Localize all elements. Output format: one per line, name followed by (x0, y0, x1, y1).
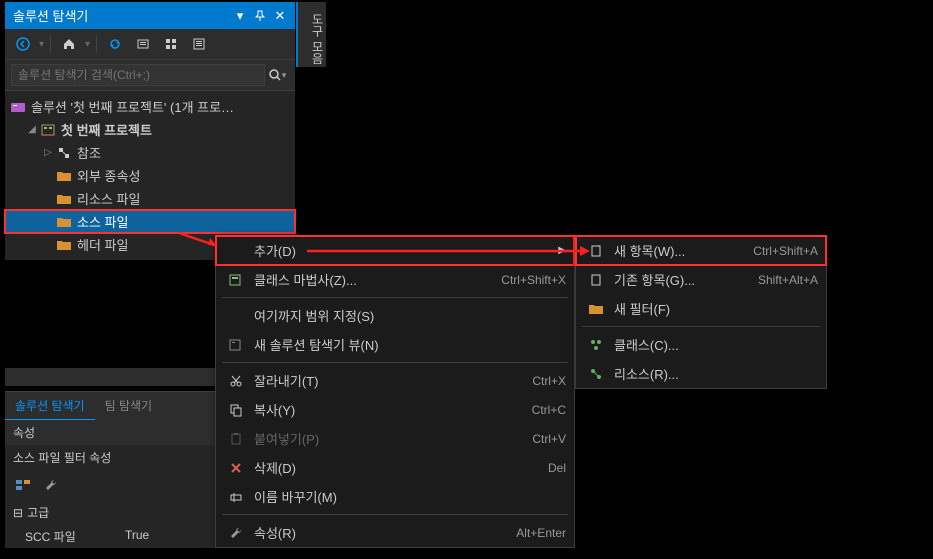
tree-external-deps-node[interactable]: 외부 종속성 (5, 164, 295, 187)
tree-label: 리소스 파일 (77, 189, 140, 208)
solution-icon (9, 99, 27, 115)
class-icon (584, 336, 608, 354)
tab-team-explorer[interactable]: 팀 탐색기 (95, 392, 163, 421)
menu-cut[interactable]: 잘라내기(T) Ctrl+X (216, 366, 574, 395)
menu-separator (222, 514, 568, 515)
references-icon (55, 145, 73, 161)
submenu-class[interactable]: 클래스(C)... (576, 330, 826, 359)
existing-item-icon (584, 271, 608, 289)
project-icon (39, 122, 57, 138)
search-input[interactable] (11, 64, 265, 86)
search-row: ▾ (5, 60, 295, 91)
folder-icon (55, 237, 73, 253)
pin-icon[interactable] (253, 9, 267, 23)
submenu-resource[interactable]: 리소스(R)... (576, 359, 826, 388)
expand-arrow-icon[interactable]: ▷ (41, 147, 55, 158)
copy-icon (224, 401, 248, 419)
submenu-existing-item[interactable]: 기존 항목(G)... Shift+Alt+A (576, 265, 826, 294)
menu-scope[interactable]: 여기까지 범위 지정(S) (216, 301, 574, 330)
folder-icon (55, 168, 73, 184)
context-menu: 추가(D) ▶ 클래스 마법사(Z)... Ctrl+Shift+X 여기까지 … (215, 235, 575, 548)
toolbar: ▾ ▾ (5, 29, 295, 60)
collapse-icon[interactable]: ⊟ (13, 506, 23, 520)
paste-icon (224, 430, 248, 448)
property-key: SCC 파일 (25, 528, 125, 545)
resource-icon (584, 365, 608, 383)
rename-icon (224, 488, 248, 506)
categorize-button[interactable] (11, 474, 35, 496)
folder-icon (55, 191, 73, 207)
wrench-icon (224, 524, 248, 542)
back-button[interactable] (11, 33, 35, 55)
panel-header: 솔루션 탐색기 ▾ ✕ (5, 2, 295, 29)
wrench-button[interactable] (39, 474, 63, 496)
submenu-new-filter[interactable]: 새 필터(F) (576, 294, 826, 323)
folder-icon (55, 214, 73, 230)
tree-project-node[interactable]: ◢ 첫 번째 프로젝트 (5, 118, 295, 141)
tab-solution-explorer[interactable]: 솔루션 탐색기 (5, 392, 95, 421)
new-filter-icon (584, 300, 608, 318)
tree-solution-node[interactable]: 솔루션 '첫 번째 프로젝트' (1개 프로… (5, 95, 295, 118)
new-view-icon (224, 336, 248, 354)
property-value: True (125, 528, 149, 545)
show-all-button[interactable] (159, 33, 183, 55)
close-icon[interactable]: ✕ (273, 9, 287, 23)
refresh-button[interactable] (131, 33, 155, 55)
solution-explorer-panel: 솔루션 탐색기 ▾ ✕ ▾ ▾ (5, 2, 295, 260)
home-button[interactable] (57, 33, 81, 55)
submenu-arrow-icon: ▶ (558, 245, 566, 256)
menu-new-view[interactable]: 새 솔루션 탐색기 뷰(N) (216, 330, 574, 359)
class-wizard-icon (224, 271, 248, 289)
submenu-new-item[interactable]: 새 항목(W)... Ctrl+Shift+A (576, 236, 826, 265)
menu-add[interactable]: 추가(D) ▶ (216, 236, 574, 265)
tree-source-node[interactable]: 소스 파일 (5, 210, 295, 233)
expand-arrow-icon[interactable]: ◢ (25, 124, 39, 135)
menu-separator (582, 326, 820, 327)
tree-label: 솔루션 '첫 번째 프로젝트' (1개 프로… (31, 97, 234, 116)
context-submenu: 새 항목(W)... Ctrl+Shift+A 기존 항목(G)... Shif… (575, 235, 827, 389)
panel-title: 솔루션 탐색기 (13, 6, 88, 25)
menu-separator (222, 362, 568, 363)
menu-rename[interactable]: 이름 바꾸기(M) (216, 482, 574, 511)
vertical-collapsed-panel[interactable]: 도구 모음 (296, 2, 326, 67)
menu-delete[interactable]: 삭제(D) Del (216, 453, 574, 482)
dropdown-icon[interactable]: ▾ (233, 9, 247, 23)
menu-copy[interactable]: 복사(Y) Ctrl+C (216, 395, 574, 424)
cut-icon (224, 372, 248, 390)
menu-properties[interactable]: 속성(R) Alt+Enter (216, 518, 574, 547)
tree-label: 참조 (77, 143, 101, 162)
tree-label: 헤더 파일 (77, 235, 128, 254)
delete-icon (224, 459, 248, 477)
menu-paste: 붙여넣기(P) Ctrl+V (216, 424, 574, 453)
menu-class-wizard[interactable]: 클래스 마법사(Z)... Ctrl+Shift+X (216, 265, 574, 294)
tree-label: 외부 종속성 (77, 166, 140, 185)
new-item-icon (584, 242, 608, 260)
search-button[interactable]: ▾ (265, 64, 289, 86)
tree-references-node[interactable]: ▷ 참조 (5, 141, 295, 164)
properties-button[interactable] (187, 33, 211, 55)
menu-separator (222, 297, 568, 298)
tree-resource-node[interactable]: 리소스 파일 (5, 187, 295, 210)
tree-label: 첫 번째 프로젝트 (61, 120, 152, 139)
tree-label: 소스 파일 (77, 212, 128, 231)
sync-button[interactable] (103, 33, 127, 55)
